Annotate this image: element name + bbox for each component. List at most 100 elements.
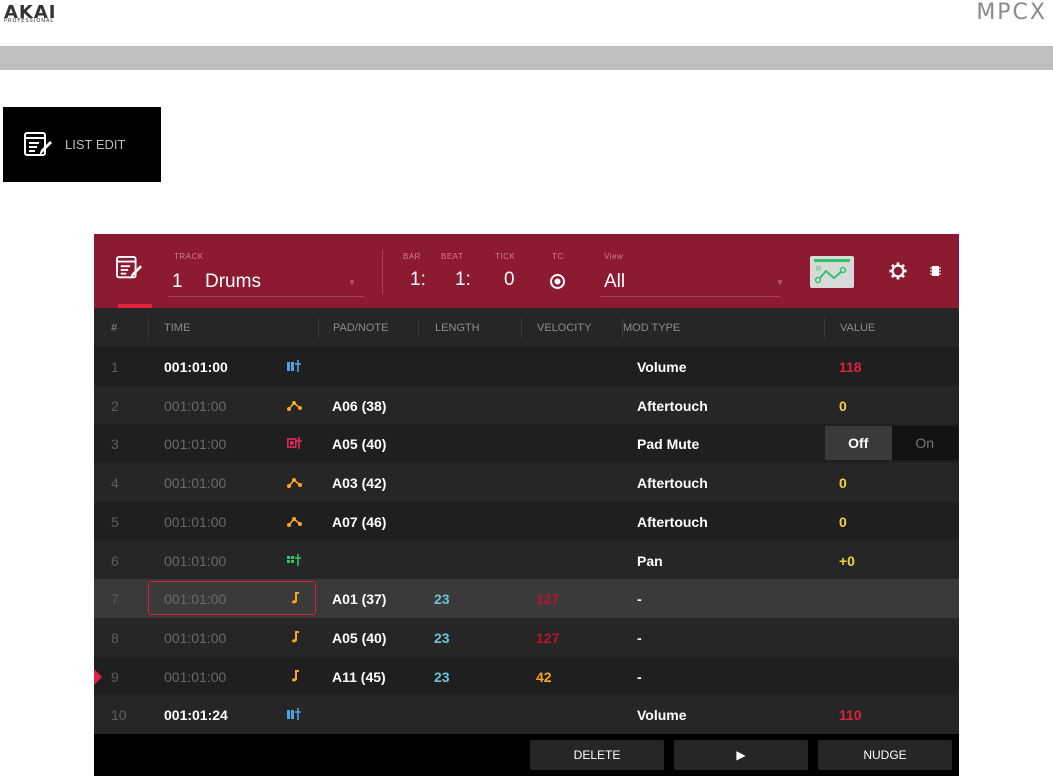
view-value[interactable]: All [604,271,625,293]
event-row[interactable]: 9 001:01:00 A11 (45) 23 42 - [94,656,959,696]
automation-read-icon: R [814,259,850,284]
row-value[interactable]: 118 [839,359,862,375]
row-time[interactable]: 001:01:00 [164,436,226,452]
mpcx-logo: MPCX [976,0,1047,25]
view-label: View [604,252,624,261]
list-edit-icon [24,131,52,156]
row-time[interactable]: 001:01:00 [164,398,226,414]
bar-value[interactable]: 1: [410,269,426,291]
column-separator [148,318,149,338]
row-pad-note[interactable]: A01 (37) [332,591,386,607]
list-edit-screen: TRACK 1 Drums ▼ BAR 1: BEAT 1: TICK 0 TC… [94,234,959,776]
row-value[interactable]: 0 [839,475,847,491]
gear-icon[interactable] [889,262,907,280]
toggle-on-option[interactable]: On [891,426,958,461]
event-row[interactable]: 2 001:01:00 A06 (38) Aftertouch 0 [94,385,959,425]
row-number: 10 [111,707,127,724]
row-mod-type[interactable]: Volume [637,707,687,723]
row-time[interactable]: 001:01:24 [164,707,228,723]
automation-button[interactable]: R [810,256,854,288]
event-row[interactable]: 8 001:01:00 A05 (40) 23 127 - [94,617,959,657]
row-value[interactable]: +0 [839,553,855,569]
note-icon [287,591,303,605]
row-mod-type[interactable]: Pad Mute [637,436,699,452]
event-row[interactable]: 4 001:01:00 A03 (42) Aftertouch 0 [94,463,959,502]
track-dropdown-caret-icon[interactable]: ▼ [348,278,356,287]
list-edit-icon[interactable] [116,256,144,282]
row-velocity[interactable]: 127 [536,591,559,607]
list-edit-label: LIST EDIT [65,137,126,152]
toggle-off-option[interactable]: Off [825,426,892,461]
automation-bar-icon [287,707,303,721]
row-mod-type[interactable]: Volume [637,359,687,375]
play-button[interactable]: ▶ [674,740,808,770]
event-row[interactable]: 5 001:01:00 A07 (46) Aftertouch 0 [94,501,959,541]
beat-label: BEAT [441,252,464,261]
view-field-underline [600,296,780,297]
row-velocity[interactable]: 127 [536,630,559,646]
playhead-marker-icon [94,668,102,685]
row-value[interactable]: 0 [839,514,847,530]
event-row[interactable]: 10 001:01:24 Volume 110 [94,695,959,734]
row-mod-type[interactable]: Aftertouch [637,514,708,530]
row-time[interactable]: 001:01:00 [164,630,226,646]
row-number: 7 [111,591,119,608]
row-number: 5 [111,513,119,530]
row-pad-note[interactable]: A03 (42) [332,475,386,491]
row-mod-type[interactable]: - [637,591,642,607]
nudge-button[interactable]: NUDGE [818,740,952,770]
automation-bar-icon [287,359,303,373]
row-value[interactable]: 0 [839,398,847,414]
row-pad-note[interactable]: A05 (40) [332,630,386,646]
column-separator [418,318,419,338]
column-separator [824,318,825,338]
column-header-value: VALUE [840,322,876,334]
row-mod-type[interactable]: Pan [637,553,663,569]
row-time[interactable]: 001:01:00 [164,514,226,530]
row-mod-type[interactable]: Aftertouch [637,475,708,491]
row-length[interactable]: 23 [434,591,450,607]
row-number: 6 [111,552,119,569]
header-divider-bar [0,46,1053,70]
row-length[interactable]: 23 [434,630,450,646]
row-mod-type[interactable]: - [637,669,642,685]
track-field-underline [168,296,364,297]
row-time[interactable]: 001:01:00 [164,475,226,491]
row-length[interactable]: 23 [434,669,450,685]
event-row[interactable]: 1 001:01:00 Volume 118 [94,347,959,386]
pad-mute-toggle[interactable]: Off On [825,426,958,461]
track-number[interactable]: 1 [172,271,183,293]
row-pad-note[interactable]: A11 (45) [332,669,386,685]
event-row[interactable]: 6 001:01:00 Pan +0 [94,540,959,580]
event-row[interactable]: 3 001:01:00 A05 (40) Pad Mute Off On [94,424,959,464]
view-dropdown-caret-icon[interactable]: ▼ [776,278,784,287]
timing-correct-icon[interactable] [550,274,565,289]
bar-label: BAR [403,252,421,261]
akai-logo-subtitle: PROFESSIONAL [4,18,55,24]
delete-button[interactable]: DELETE [530,740,664,770]
row-value[interactable]: 110 [839,707,862,723]
row-pad-note[interactable]: A06 (38) [332,398,386,414]
column-header-time: TIME [164,322,191,334]
row-mod-type[interactable]: Aftertouch [637,398,708,414]
row-number: 2 [111,397,119,414]
beat-value[interactable]: 1: [455,269,471,291]
row-time[interactable]: 001:01:00 [164,591,226,607]
tc-label: TC [552,252,564,261]
row-time[interactable]: 001:01:00 [164,359,228,375]
note-icon [287,630,303,644]
row-time[interactable]: 001:01:00 [164,553,226,569]
column-header-mod-type: MOD TYPE [623,322,681,334]
column-header-pad-note: PAD/NOTE [333,322,389,334]
tick-value[interactable]: 0 [504,269,515,291]
row-velocity[interactable]: 42 [536,669,552,685]
row-pad-note[interactable]: A05 (40) [332,436,386,452]
row-time[interactable]: 001:01:00 [164,669,226,685]
event-row[interactable]: 7 001:01:00 A01 (37) 23 127 - [94,579,959,618]
track-name[interactable]: Drums [205,271,261,293]
topbar-divider [382,250,383,294]
row-pad-note[interactable]: A07 (46) [332,514,386,530]
memory-chip-icon[interactable] [930,265,941,277]
row-mod-type[interactable]: - [637,630,642,646]
note-icon [287,669,303,683]
